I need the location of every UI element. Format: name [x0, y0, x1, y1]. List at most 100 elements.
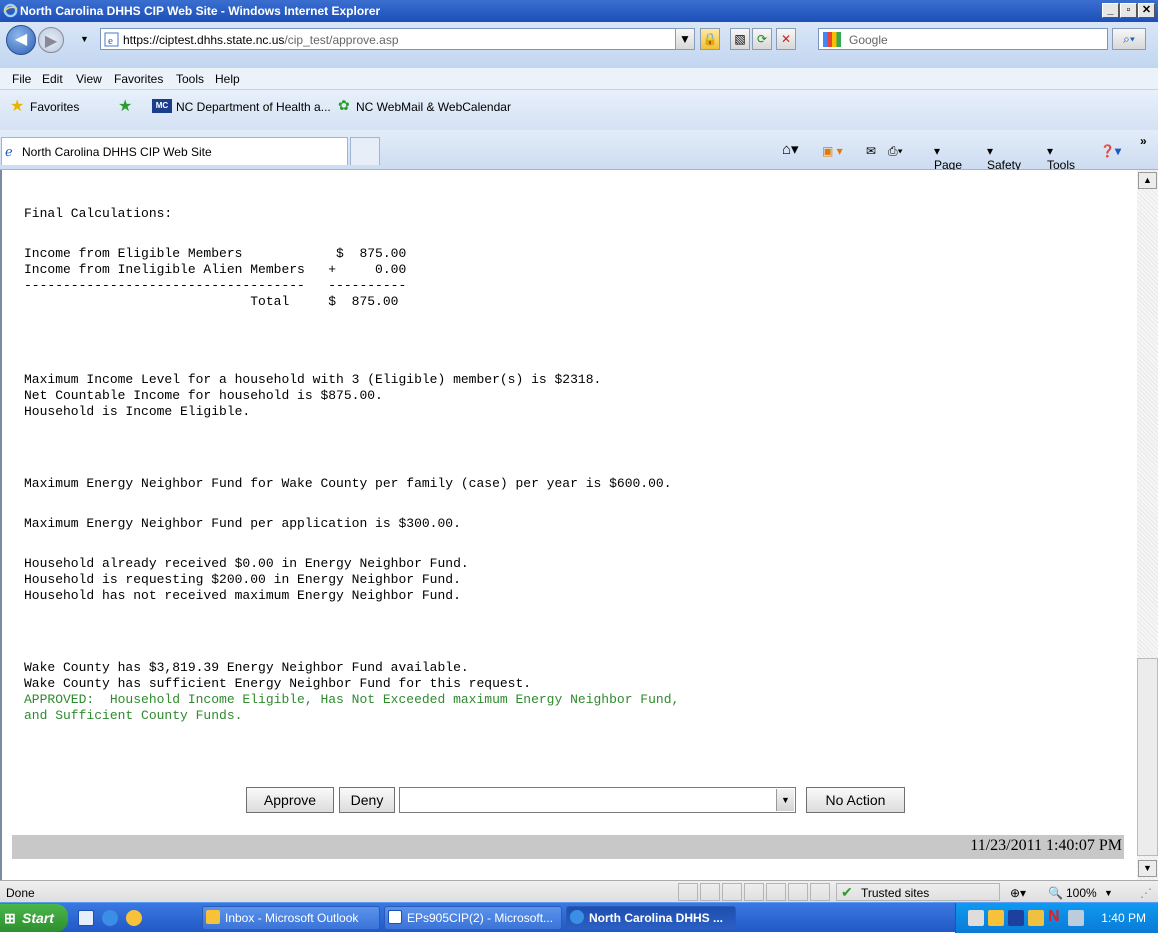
chevron-more-icon[interactable]: »: [1140, 134, 1147, 148]
compatibility-view-icon[interactable]: ▧: [730, 28, 750, 50]
history-dropdown-icon[interactable]: ▼: [80, 34, 89, 44]
start-label: Start: [22, 910, 54, 926]
search-placeholder: Google: [849, 33, 888, 47]
ie-quicklaunch-icon[interactable]: [102, 910, 118, 926]
status-panel: [722, 883, 742, 901]
volume-tray-icon[interactable]: [1068, 910, 1084, 926]
svg-text:e: e: [108, 35, 113, 47]
help-icon[interactable]: ❓▾: [1100, 144, 1121, 158]
tab-title: North Carolina DHHS CIP Web Site: [22, 145, 212, 159]
status-panel: [788, 883, 808, 901]
add-favorite-icon[interactable]: ★: [118, 96, 132, 116]
page-icon: e: [104, 32, 119, 47]
new-tab-button[interactable]: [350, 137, 380, 165]
status-panel: [700, 883, 720, 901]
favorites-bar: ★ Favorites ★ MC NC Department of Health…: [0, 90, 1158, 130]
status-bar: Done ✔ Trusted sites ⊕▾ 🔍 100% ▼ ⋰: [0, 880, 1158, 902]
security-zone-label: Trusted sites: [861, 886, 930, 900]
menu-edit[interactable]: Edit: [42, 72, 63, 86]
checkmark-icon: ✔: [841, 884, 853, 900]
outlook-icon: [206, 910, 220, 924]
address-dropdown-button[interactable]: ▼: [675, 28, 695, 50]
task-outlook[interactable]: Inbox - Microsoft Outlook: [202, 906, 380, 930]
favorites-button[interactable]: Favorites: [30, 100, 79, 114]
minimize-button[interactable]: _: [1102, 3, 1119, 18]
url-host: https://ciptest.dhhs.state.nc.us: [123, 33, 285, 47]
task-ie[interactable]: North Carolina DHHS ...: [566, 906, 736, 930]
scroll-up-button[interactable]: ▲: [1138, 172, 1157, 189]
menu-view[interactable]: View: [76, 72, 102, 86]
income-eligibility-text: Maximum Income Level for a household wit…: [24, 372, 602, 419]
scroll-thumb[interactable]: [1137, 658, 1158, 856]
vertical-scrollbar[interactable]: ▲ ▼: [1137, 170, 1158, 880]
desktop-quicklaunch-icon[interactable]: [78, 910, 94, 926]
task-word[interactable]: EPs905CIP(2) - Microsoft...: [384, 906, 562, 930]
webmail-icon: ✿: [338, 97, 350, 113]
security-zone-panel[interactable]: ✔ Trusted sites: [836, 883, 1000, 901]
menu-tools[interactable]: Tools: [176, 72, 204, 86]
close-window-button[interactable]: ✕: [1138, 3, 1155, 18]
page-menu[interactable]: Page ▾: [934, 144, 962, 172]
address-bar[interactable]: e https://ciptest.dhhs.state.nc.us/cip_t…: [100, 28, 678, 50]
tab-active[interactable]: ℯ North Carolina DHHS CIP Web Site: [1, 137, 348, 165]
window-title: North Carolina DHHS CIP Web Site - Windo…: [20, 4, 381, 18]
timestamp: 11/23/2011 1:40:07 PM: [970, 837, 1122, 854]
maximize-button[interactable]: ▫: [1120, 3, 1137, 18]
resize-grip-icon[interactable]: ⋰: [1140, 886, 1152, 900]
menu-favorites[interactable]: Favorites: [114, 72, 163, 86]
tools-menu[interactable]: Tools ▾: [1047, 144, 1075, 172]
search-button[interactable]: ⌕▾: [1112, 28, 1146, 50]
back-button[interactable]: ◀: [6, 25, 36, 55]
url-path: /cip_test/approve.asp: [284, 33, 399, 47]
word-icon: [388, 910, 402, 924]
protected-mode-icon[interactable]: ⊕▾: [1010, 886, 1026, 900]
start-button[interactable]: ⊞ Start: [0, 904, 68, 932]
final-calculations-heading: Final Calculations:: [24, 206, 173, 221]
household-fund-status-text: Household already received $0.00 in Ener…: [24, 556, 469, 603]
home-icon[interactable]: ⌂▾: [782, 140, 799, 158]
clock: 1:40 PM: [1101, 911, 1146, 925]
menu-bar: File Edit View Favorites Tools Help: [0, 68, 1158, 90]
task-word-label: EPs905CIP(2) - Microsoft...: [407, 911, 554, 925]
search-input[interactable]: Google: [818, 28, 1108, 50]
application-max-fund-text: Maximum Energy Neighbor Fund per applica…: [24, 516, 461, 531]
print-icon[interactable]: ⎙▾: [888, 144, 903, 159]
income-table: Income from Eligible Members $ 875.00 In…: [24, 246, 407, 309]
lock-icon[interactable]: 🔒: [700, 28, 720, 50]
deny-reason-select[interactable]: ▼: [399, 787, 796, 813]
favorite-link-webmail[interactable]: NC WebMail & WebCalendar: [356, 100, 511, 114]
network-tray-icon[interactable]: [1008, 910, 1024, 926]
google-icon: [823, 32, 841, 47]
no-action-button[interactable]: No Action: [806, 787, 905, 813]
scroll-down-button[interactable]: ▼: [1138, 860, 1157, 877]
status-panel: [766, 883, 786, 901]
nc-dhhs-icon: MC: [152, 99, 172, 113]
deny-button[interactable]: Deny: [339, 787, 395, 813]
safety-menu[interactable]: Safety ▾: [987, 144, 1021, 172]
outlook-tray-icon[interactable]: [988, 910, 1004, 926]
norton-tray-icon[interactable]: N: [1048, 908, 1060, 926]
zoom-icon[interactable]: 🔍: [1048, 886, 1063, 900]
status-panel: [744, 883, 764, 901]
zoom-level[interactable]: 100%: [1066, 886, 1097, 900]
mail-icon[interactable]: ✉: [866, 144, 876, 158]
outlook-quicklaunch-icon[interactable]: [126, 910, 142, 926]
status-panel: [678, 883, 698, 901]
ie-icon: [570, 910, 584, 924]
printer-tray-icon[interactable]: [968, 910, 984, 926]
zoom-dropdown-icon[interactable]: ▼: [1104, 888, 1113, 898]
navigation-bar: ◀ ▶ ▼ e https://ciptest.dhhs.state.nc.us…: [0, 22, 1158, 68]
favorite-link-ncdhhs[interactable]: NC Department of Health a...: [176, 100, 331, 114]
taskbar: ⊞ Start Inbox - Microsoft Outlook EPs905…: [0, 902, 1158, 933]
forward-button[interactable]: ▶: [38, 27, 64, 53]
menu-file[interactable]: File: [12, 72, 31, 86]
pen-tray-icon[interactable]: [1028, 910, 1044, 926]
task-ie-label: North Carolina DHHS ...: [589, 911, 724, 925]
approve-button[interactable]: Approve: [246, 787, 334, 813]
tab-bar: ℯ North Carolina DHHS CIP Web Site ⌂▾ ▣ …: [0, 130, 1158, 172]
task-outlook-label: Inbox - Microsoft Outlook: [225, 911, 359, 925]
refresh-icon[interactable]: ⟳: [752, 28, 772, 50]
menu-help[interactable]: Help: [215, 72, 240, 86]
feeds-icon[interactable]: ▣ ▾: [822, 144, 843, 158]
stop-icon[interactable]: ✕: [776, 28, 796, 50]
